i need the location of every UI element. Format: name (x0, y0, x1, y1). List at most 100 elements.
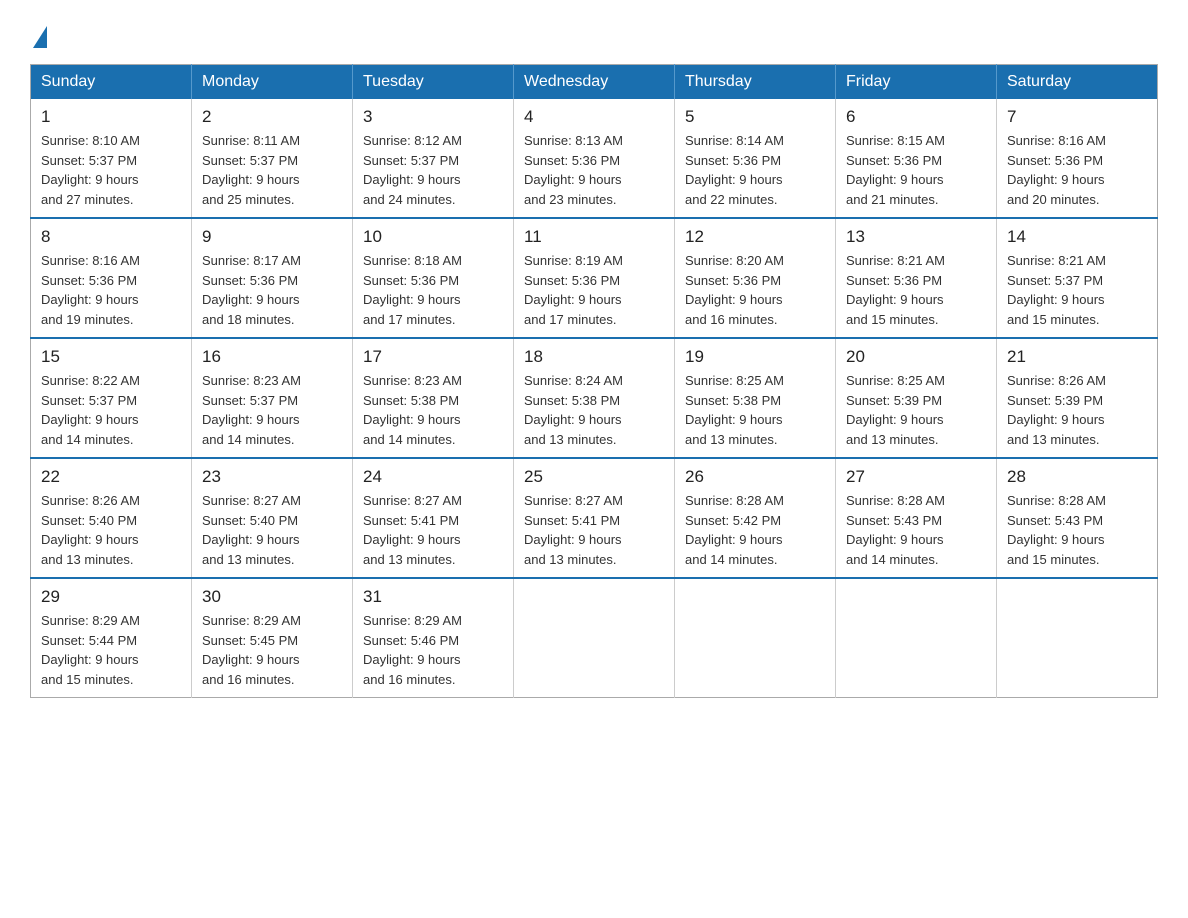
day-number: 7 (1007, 107, 1147, 127)
calendar-cell: 19 Sunrise: 8:25 AMSunset: 5:38 PMDayligh… (675, 338, 836, 458)
day-info: Sunrise: 8:23 AMSunset: 5:37 PMDaylight:… (202, 371, 342, 449)
day-number: 19 (685, 347, 825, 367)
calendar-cell: 31 Sunrise: 8:29 AMSunset: 5:46 PMDayligh… (353, 578, 514, 698)
calendar-cell (836, 578, 997, 698)
day-info: Sunrise: 8:19 AMSunset: 5:36 PMDaylight:… (524, 251, 664, 329)
day-info: Sunrise: 8:14 AMSunset: 5:36 PMDaylight:… (685, 131, 825, 209)
day-info: Sunrise: 8:29 AMSunset: 5:46 PMDaylight:… (363, 611, 503, 689)
day-number: 2 (202, 107, 342, 127)
day-number: 25 (524, 467, 664, 487)
calendar-cell: 20 Sunrise: 8:25 AMSunset: 5:39 PMDayligh… (836, 338, 997, 458)
day-info: Sunrise: 8:21 AMSunset: 5:36 PMDaylight:… (846, 251, 986, 329)
calendar-cell: 29 Sunrise: 8:29 AMSunset: 5:44 PMDayligh… (31, 578, 192, 698)
day-info: Sunrise: 8:25 AMSunset: 5:38 PMDaylight:… (685, 371, 825, 449)
day-info: Sunrise: 8:20 AMSunset: 5:36 PMDaylight:… (685, 251, 825, 329)
day-info: Sunrise: 8:29 AMSunset: 5:44 PMDaylight:… (41, 611, 181, 689)
day-number: 3 (363, 107, 503, 127)
day-info: Sunrise: 8:27 AMSunset: 5:40 PMDaylight:… (202, 491, 342, 569)
calendar-cell: 4 Sunrise: 8:13 AMSunset: 5:36 PMDaylight… (514, 99, 675, 218)
calendar-cell: 12 Sunrise: 8:20 AMSunset: 5:36 PMDayligh… (675, 218, 836, 338)
calendar-cell: 26 Sunrise: 8:28 AMSunset: 5:42 PMDayligh… (675, 458, 836, 578)
day-number: 14 (1007, 227, 1147, 247)
day-info: Sunrise: 8:28 AMSunset: 5:43 PMDaylight:… (1007, 491, 1147, 569)
day-info: Sunrise: 8:29 AMSunset: 5:45 PMDaylight:… (202, 611, 342, 689)
day-info: Sunrise: 8:26 AMSunset: 5:40 PMDaylight:… (41, 491, 181, 569)
calendar-cell: 8 Sunrise: 8:16 AMSunset: 5:36 PMDaylight… (31, 218, 192, 338)
day-number: 8 (41, 227, 181, 247)
calendar-cell: 22 Sunrise: 8:26 AMSunset: 5:40 PMDayligh… (31, 458, 192, 578)
day-info: Sunrise: 8:28 AMSunset: 5:43 PMDaylight:… (846, 491, 986, 569)
calendar-cell: 5 Sunrise: 8:14 AMSunset: 5:36 PMDaylight… (675, 99, 836, 218)
calendar-week-row: 15Sunrise: 8:22 AMSunset: 5:37 PMDayligh… (31, 338, 1158, 458)
calendar-cell: 21Sunrise: 8:26 AMSunset: 5:39 PMDayligh… (997, 338, 1158, 458)
day-info: Sunrise: 8:16 AMSunset: 5:36 PMDaylight:… (1007, 131, 1147, 209)
calendar-cell: 3 Sunrise: 8:12 AMSunset: 5:37 PMDaylight… (353, 99, 514, 218)
calendar-cell: 18Sunrise: 8:24 AMSunset: 5:38 PMDayligh… (514, 338, 675, 458)
weekday-header-row: SundayMondayTuesdayWednesdayThursdayFrid… (31, 65, 1158, 100)
weekday-header-monday: Monday (192, 65, 353, 100)
day-info: Sunrise: 8:28 AMSunset: 5:42 PMDaylight:… (685, 491, 825, 569)
calendar-cell: 10 Sunrise: 8:18 AMSunset: 5:36 PMDayligh… (353, 218, 514, 338)
calendar-cell: 7 Sunrise: 8:16 AMSunset: 5:36 PMDaylight… (997, 99, 1158, 218)
day-info: Sunrise: 8:13 AMSunset: 5:36 PMDaylight:… (524, 131, 664, 209)
logo-triangle-icon (33, 26, 47, 48)
day-number: 12 (685, 227, 825, 247)
calendar-cell: 15Sunrise: 8:22 AMSunset: 5:37 PMDayligh… (31, 338, 192, 458)
day-info: Sunrise: 8:17 AMSunset: 5:36 PMDaylight:… (202, 251, 342, 329)
day-info: Sunrise: 8:15 AMSunset: 5:36 PMDaylight:… (846, 131, 986, 209)
day-info: Sunrise: 8:27 AMSunset: 5:41 PMDaylight:… (363, 491, 503, 569)
day-number: 20 (846, 347, 986, 367)
weekday-header-thursday: Thursday (675, 65, 836, 100)
day-number: 5 (685, 107, 825, 127)
calendar-cell: 25 Sunrise: 8:27 AMSunset: 5:41 PMDayligh… (514, 458, 675, 578)
day-info: Sunrise: 8:21 AMSunset: 5:37 PMDaylight:… (1007, 251, 1147, 329)
calendar-week-row: 8 Sunrise: 8:16 AMSunset: 5:36 PMDaylight… (31, 218, 1158, 338)
day-number: 13 (846, 227, 986, 247)
day-number: 22 (41, 467, 181, 487)
day-info: Sunrise: 8:25 AMSunset: 5:39 PMDaylight:… (846, 371, 986, 449)
day-info: Sunrise: 8:10 AMSunset: 5:37 PMDaylight:… (41, 131, 181, 209)
day-number: 29 (41, 587, 181, 607)
day-number: 9 (202, 227, 342, 247)
calendar-cell: 13 Sunrise: 8:21 AMSunset: 5:36 PMDayligh… (836, 218, 997, 338)
calendar-cell: 30 Sunrise: 8:29 AMSunset: 5:45 PMDayligh… (192, 578, 353, 698)
weekday-header-wednesday: Wednesday (514, 65, 675, 100)
page-header (30, 20, 1158, 44)
day-info: Sunrise: 8:12 AMSunset: 5:37 PMDaylight:… (363, 131, 503, 209)
day-info: Sunrise: 8:23 AMSunset: 5:38 PMDaylight:… (363, 371, 503, 449)
weekday-header-friday: Friday (836, 65, 997, 100)
day-number: 11 (524, 227, 664, 247)
day-number: 21 (1007, 347, 1147, 367)
logo (30, 20, 47, 44)
day-number: 23 (202, 467, 342, 487)
calendar-cell: 2 Sunrise: 8:11 AMSunset: 5:37 PMDaylight… (192, 99, 353, 218)
calendar-cell (675, 578, 836, 698)
day-number: 24 (363, 467, 503, 487)
calendar-cell: 28 Sunrise: 8:28 AMSunset: 5:43 PMDayligh… (997, 458, 1158, 578)
day-info: Sunrise: 8:18 AMSunset: 5:36 PMDaylight:… (363, 251, 503, 329)
day-info: Sunrise: 8:16 AMSunset: 5:36 PMDaylight:… (41, 251, 181, 329)
day-number: 30 (202, 587, 342, 607)
calendar-table: SundayMondayTuesdayWednesdayThursdayFrid… (30, 64, 1158, 698)
day-number: 1 (41, 107, 181, 127)
calendar-week-row: 29 Sunrise: 8:29 AMSunset: 5:44 PMDayligh… (31, 578, 1158, 698)
day-info: Sunrise: 8:24 AMSunset: 5:38 PMDaylight:… (524, 371, 664, 449)
day-number: 27 (846, 467, 986, 487)
day-info: Sunrise: 8:11 AMSunset: 5:37 PMDaylight:… (202, 131, 342, 209)
day-info: Sunrise: 8:27 AMSunset: 5:41 PMDaylight:… (524, 491, 664, 569)
day-number: 10 (363, 227, 503, 247)
day-number: 28 (1007, 467, 1147, 487)
calendar-cell: 16 Sunrise: 8:23 AMSunset: 5:37 PMDayligh… (192, 338, 353, 458)
calendar-cell: 6Sunrise: 8:15 AMSunset: 5:36 PMDaylight… (836, 99, 997, 218)
day-info: Sunrise: 8:22 AMSunset: 5:37 PMDaylight:… (41, 371, 181, 449)
calendar-week-row: 1 Sunrise: 8:10 AMSunset: 5:37 PMDaylight… (31, 99, 1158, 218)
day-number: 4 (524, 107, 664, 127)
calendar-cell: 14 Sunrise: 8:21 AMSunset: 5:37 PMDayligh… (997, 218, 1158, 338)
calendar-cell: 24 Sunrise: 8:27 AMSunset: 5:41 PMDayligh… (353, 458, 514, 578)
calendar-cell: 17Sunrise: 8:23 AMSunset: 5:38 PMDayligh… (353, 338, 514, 458)
calendar-cell: 23 Sunrise: 8:27 AMSunset: 5:40 PMDayligh… (192, 458, 353, 578)
day-number: 16 (202, 347, 342, 367)
calendar-cell (514, 578, 675, 698)
day-number: 31 (363, 587, 503, 607)
day-number: 26 (685, 467, 825, 487)
